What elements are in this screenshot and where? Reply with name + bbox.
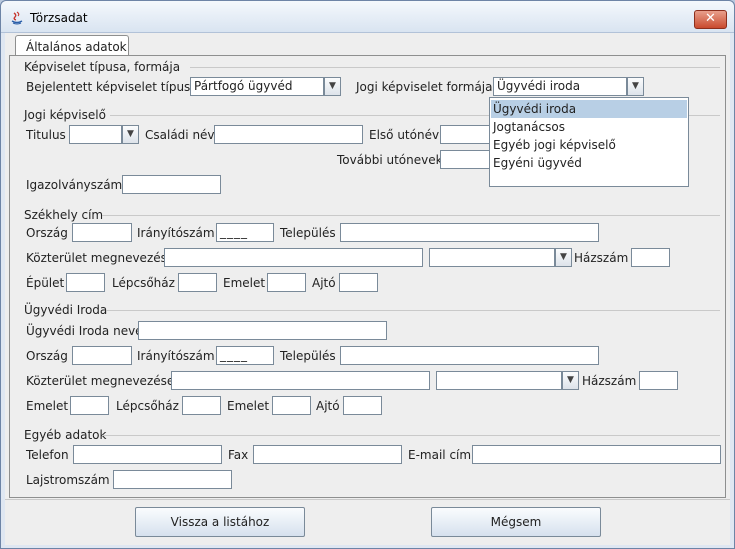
seat-door-label: Ajtó xyxy=(312,276,336,290)
office-stair-input[interactable] xyxy=(182,396,221,415)
fax-input[interactable] xyxy=(253,445,402,464)
close-button[interactable]: ✕ xyxy=(694,10,727,29)
chevron-down-icon[interactable]: ▼ xyxy=(627,77,644,96)
seat-street-type-select[interactable] xyxy=(429,248,555,267)
cancel-button[interactable]: Mégsem xyxy=(431,507,601,537)
title-select[interactable] xyxy=(69,125,122,144)
section-title-legal-rep: Jogi képviselő xyxy=(24,108,106,122)
phone-input[interactable] xyxy=(73,445,222,464)
seat-city-input[interactable] xyxy=(340,223,599,242)
form-dropdown-popup[interactable]: Ügyvédi iroda Jogtanácsos Egyéb jogi kép… xyxy=(489,97,689,187)
seat-postal-label: Irányítószám xyxy=(137,226,215,240)
representation-form-select[interactable]: Ügyvédi iroda xyxy=(493,77,627,96)
section-divider xyxy=(106,310,720,311)
representation-form-label: Jogi képviselet formája xyxy=(356,80,493,94)
family-name-label: Családi név xyxy=(145,128,215,142)
tab-general[interactable]: Általános adatok xyxy=(15,35,129,56)
seat-building-input[interactable] xyxy=(66,273,105,292)
office-postal-label: Irányítószám xyxy=(137,349,215,363)
dropdown-option[interactable]: Egyéb jogi képviselő xyxy=(491,136,687,154)
office-street-input[interactable] xyxy=(171,371,430,390)
section-divider xyxy=(102,215,720,216)
seat-door-input[interactable] xyxy=(339,273,378,292)
seat-stair-label: Lépcsőház xyxy=(112,276,175,290)
email-input[interactable] xyxy=(472,445,721,464)
office-city-label: Település xyxy=(280,349,336,363)
seat-street-label: Közterület megnevezés xyxy=(26,251,167,265)
dropdown-option[interactable]: Ügyvédi iroda xyxy=(491,100,687,118)
representation-type-select[interactable]: Pártfogó ügyvéd xyxy=(190,77,324,96)
id-number-input[interactable] xyxy=(122,175,221,194)
title-bar[interactable]: Törzsadat ✕ xyxy=(1,1,734,33)
dropdown-option[interactable]: Egyéni ügyvéd xyxy=(491,154,687,172)
seat-house-input[interactable] xyxy=(631,248,670,267)
dropdown-option[interactable]: Jogtanácsos xyxy=(491,118,687,136)
first-given-name-label: Első utónév xyxy=(369,128,440,142)
back-to-list-button[interactable]: Vissza a listához xyxy=(135,507,305,537)
office-name-input[interactable] xyxy=(138,321,387,340)
section-title-other: Egyéb adatok xyxy=(24,428,107,442)
title-label: Titulus xyxy=(26,128,66,142)
id-number-label: Igazolványszám xyxy=(26,178,123,192)
chevron-down-icon[interactable]: ▼ xyxy=(122,125,139,144)
dialog-window: Törzsadat ✕ Általános adatok Képviselet … xyxy=(0,0,735,549)
office-floor2-input[interactable] xyxy=(272,396,311,415)
seat-stair-input[interactable] xyxy=(178,273,217,292)
seat-country-input[interactable] xyxy=(72,223,132,242)
chevron-down-icon[interactable]: ▼ xyxy=(324,77,341,96)
office-country-label: Ország xyxy=(26,349,68,363)
seat-city-label: Település xyxy=(280,226,336,240)
registry-number-label: Lajstromszám xyxy=(26,473,110,487)
office-floor2-label: Emelet xyxy=(227,399,270,413)
office-house-label: Házszám xyxy=(582,374,637,388)
bottom-separator xyxy=(5,499,730,500)
office-door-input[interactable] xyxy=(343,396,382,415)
office-house-input[interactable] xyxy=(639,371,678,390)
phone-label: Telefon xyxy=(26,448,69,462)
seat-floor-input[interactable] xyxy=(267,273,306,292)
close-icon: ✕ xyxy=(705,11,716,26)
office-street-type-select[interactable] xyxy=(436,371,562,390)
section-divider xyxy=(190,67,720,68)
office-door-label: Ajtó xyxy=(316,399,340,413)
chevron-down-icon[interactable]: ▼ xyxy=(555,248,572,267)
seat-building-label: Épület xyxy=(26,276,65,290)
chevron-down-icon[interactable]: ▼ xyxy=(562,371,579,390)
office-postal-input[interactable]: ____ xyxy=(216,346,274,365)
office-floor-label: Emelet xyxy=(26,399,69,413)
seat-floor-label: Emelet xyxy=(223,276,266,290)
office-name-label: Ügyvédi Iroda neve xyxy=(26,324,143,338)
registry-number-input[interactable] xyxy=(113,470,232,489)
section-divider xyxy=(102,435,720,436)
representation-type-label: Bejelentett képviselet típusa xyxy=(26,80,198,94)
seat-country-label: Ország xyxy=(26,226,68,240)
office-city-input[interactable] xyxy=(340,346,599,365)
office-street-label: Közterület megnevezése xyxy=(26,374,175,388)
seat-postal-input[interactable]: ____ xyxy=(216,223,274,242)
window-title: Törzsadat xyxy=(30,11,88,25)
email-label: E-mail cím xyxy=(408,448,472,462)
seat-street-input[interactable] xyxy=(164,248,423,267)
office-stair-label: Lépcsőház xyxy=(116,399,179,413)
section-title-seat: Székhely cím xyxy=(24,208,104,222)
section-title-office: Ügyvédi Iroda xyxy=(24,303,108,317)
seat-house-label: Házszám xyxy=(574,251,629,265)
other-given-names-label: További utónevek xyxy=(337,153,443,167)
family-name-input[interactable] xyxy=(214,125,363,144)
fax-label: Fax xyxy=(228,448,249,462)
office-floor-input[interactable] xyxy=(70,396,109,415)
java-app-icon xyxy=(11,11,23,25)
section-title-representation: Képviselet típusa, formája xyxy=(24,60,181,74)
office-country-input[interactable] xyxy=(72,346,132,365)
